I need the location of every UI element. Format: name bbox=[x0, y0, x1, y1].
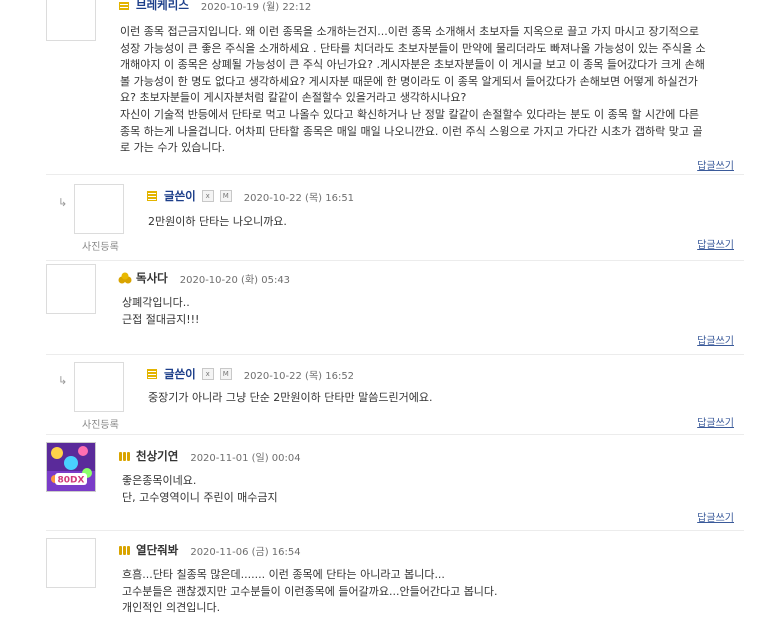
comment-date: 2020-10-20 (화) 05:43 bbox=[179, 274, 291, 286]
avatar bbox=[46, 0, 96, 41]
grade-coins-icon bbox=[118, 450, 130, 462]
reply-link[interactable]: 답글쓰기 bbox=[697, 332, 734, 347]
comment-meta: 글쓴이 x M 2020-10-22 (목) 16:52 bbox=[146, 366, 354, 382]
avatar bbox=[74, 184, 124, 234]
divider bbox=[46, 174, 744, 175]
delete-icon[interactable]: x bbox=[201, 190, 214, 202]
nickname[interactable]: 천상기연 bbox=[136, 448, 178, 464]
memo-icon[interactable]: M bbox=[219, 190, 232, 202]
nickname[interactable]: 글쓴이 bbox=[164, 188, 196, 204]
comment-6: 열단줘봐 2020-11-06 (금) 16:54 흐흠...단타 칠종목 많은… bbox=[0, 532, 760, 618]
comment-2: ↳ 사진등록 글쓴이 x M 2020-10-22 (목) 16:51 2만원이… bbox=[0, 176, 760, 256]
reply-link[interactable]: 답글쓰기 bbox=[697, 236, 734, 251]
delete-icon[interactable]: x bbox=[201, 368, 214, 380]
comment-5: 80DX 천상기연 2020-11-01 (일) 00:04 좋은종목이네요. … bbox=[0, 436, 760, 528]
comment-meta: 열단줘봐 2020-11-06 (금) 16:54 bbox=[118, 542, 301, 558]
comment-4: ↳ 사진등록 글쓴이 x M 2020-10-22 (목) 16:52 중장기가… bbox=[0, 356, 760, 432]
divider bbox=[46, 354, 744, 355]
comment-date: 2020-10-22 (목) 16:52 bbox=[243, 370, 355, 382]
reply-link[interactable]: 답글쓰기 bbox=[697, 157, 734, 172]
grade-coins-icon bbox=[118, 544, 130, 556]
divider bbox=[46, 434, 744, 435]
nickname[interactable]: 열단줘봐 bbox=[136, 542, 178, 558]
reply-link[interactable]: 답글쓰기 bbox=[697, 414, 734, 429]
nickname[interactable]: 글쓴이 bbox=[164, 366, 196, 382]
svg-text:80DX: 80DX bbox=[58, 476, 85, 486]
reply-link[interactable]: 답글쓰기 bbox=[697, 509, 734, 524]
grade-block-icon bbox=[146, 190, 158, 202]
divider bbox=[46, 260, 744, 261]
comment-body: 이런 종목 접근금지입니다. 왜 이런 종목을 소개하는건지...이런 종목 소… bbox=[120, 25, 706, 155]
comment-meta: 브레케리스 2020-10-19 (월) 22:12 bbox=[118, 0, 311, 13]
comment-3: 독사다 2020-10-20 (화) 05:43 상폐각입니다.. 근접 절대금… bbox=[0, 262, 760, 350]
comment-date: 2020-11-06 (금) 16:54 bbox=[190, 546, 301, 558]
comment-date: 2020-10-22 (목) 16:51 bbox=[243, 192, 355, 204]
divider bbox=[46, 530, 744, 531]
grade-block-icon bbox=[146, 368, 158, 380]
comment-meta: 글쓴이 x M 2020-10-22 (목) 16:51 bbox=[146, 188, 354, 204]
avatar bbox=[74, 362, 124, 412]
avatar bbox=[46, 538, 96, 588]
reply-arrow-icon: ↳ bbox=[58, 374, 68, 387]
comment-meta: 독사다 2020-10-20 (화) 05:43 bbox=[118, 270, 290, 286]
grade-block-icon bbox=[118, 0, 130, 11]
comment-body: 상폐각입니다.. 근접 절대금지!!! bbox=[122, 296, 200, 326]
grade-coins-icon bbox=[118, 272, 132, 284]
comment-body: 중장기가 아니라 그냥 단순 2만원이하 단타만 말씀드린거에요. bbox=[148, 391, 433, 404]
comment-meta: 천상기연 2020-11-01 (일) 00:04 bbox=[118, 448, 301, 464]
reply-arrow-icon: ↳ bbox=[58, 196, 68, 209]
comment-body: 좋은종목이네요. 단, 고수영역이니 주린이 매수금지 bbox=[122, 474, 278, 504]
photo-upload-label[interactable]: 사진등록 bbox=[82, 238, 119, 253]
nickname[interactable]: 브레케리스 bbox=[136, 0, 189, 13]
comment-body: 흐흠...단타 칠종목 많은데....... 이런 종목에 단타는 아니라고 봅… bbox=[122, 568, 498, 615]
comment-date: 2020-10-19 (월) 22:12 bbox=[200, 1, 312, 13]
photo-upload-label[interactable]: 사진등록 bbox=[82, 416, 119, 431]
game-avatar-image: 80DX bbox=[47, 443, 95, 491]
avatar bbox=[46, 264, 96, 314]
avatar: 80DX bbox=[46, 442, 96, 492]
nickname[interactable]: 독사다 bbox=[136, 270, 168, 286]
comment-1: 브레케리스 2020-10-19 (월) 22:12 이런 종목 접근금지입니다… bbox=[0, 0, 760, 180]
comment-date: 2020-11-01 (일) 00:04 bbox=[190, 452, 301, 464]
memo-icon[interactable]: M bbox=[219, 368, 232, 380]
comment-body: 2만원이하 단타는 나오니까요. bbox=[148, 215, 287, 228]
